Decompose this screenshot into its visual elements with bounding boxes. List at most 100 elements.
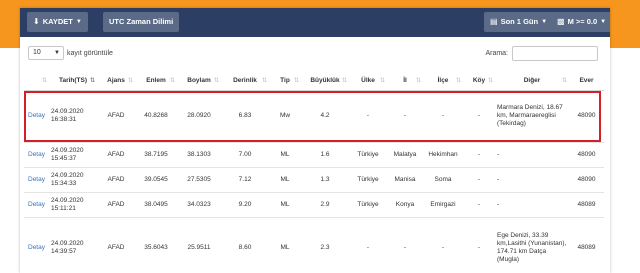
cell-agency: AFAD (97, 192, 135, 218)
cell-type: ML (269, 217, 301, 273)
cell-other: Marmara Denizi, 18.67 km, Marmaraereglis… (495, 90, 569, 143)
toolbar: ⬇ KAYDET ▼ UTC Zaman Dilimi ▤ Son 1 Gün … (20, 8, 610, 37)
cell-date: 24.09.2020 14:39:57 (49, 217, 97, 273)
cell-district: - (423, 217, 463, 273)
cell-village: - (463, 90, 495, 143)
time-range-button[interactable]: ▤ Son 1 Gün ▼ (484, 12, 554, 32)
detail-link[interactable]: Detay (24, 90, 49, 143)
cell-longitude: 27.5305 (177, 167, 221, 193)
cell-district: - (423, 90, 463, 143)
column-header-action[interactable]: ⇅ (24, 72, 49, 91)
detail-link[interactable]: Detay (24, 167, 49, 193)
cell-village: - (463, 217, 495, 273)
cell-country: Türkiye (349, 167, 387, 193)
column-header-event[interactable]: Ever (569, 72, 604, 91)
cell-village: - (463, 167, 495, 193)
cell-province: - (387, 90, 423, 143)
save-button[interactable]: ⬇ KAYDET ▼ (27, 12, 88, 32)
cell-longitude: 34.0323 (177, 192, 221, 218)
column-header-type[interactable]: Tip ⇅ (269, 72, 301, 91)
column-header-latitude[interactable]: Enlem ⇅ (135, 72, 177, 91)
cell-village: - (463, 142, 495, 168)
detail-link[interactable]: Detay (24, 142, 49, 168)
cell-longitude: 25.9511 (177, 217, 221, 273)
cell-magnitude: 2.3 (301, 217, 349, 273)
chevron-down-icon: ▼ (54, 50, 60, 56)
cell-other: Ege Denizi, 33.39 km,Lasithi (Yunanistan… (495, 217, 569, 273)
table-row: Detay 24.09.2020 16:38:31 AFAD 40.8268 2… (24, 90, 604, 143)
table-row: Detay 24.09.2020 14:39:57 AFAD 35.6043 2… (24, 217, 604, 273)
column-header-longitude[interactable]: Boylam ⇅ (177, 72, 221, 91)
cell-depth: 8.60 (221, 217, 269, 273)
cell-country: - (349, 217, 387, 273)
table-row: Detay 24.09.2020 15:45:37 AFAD 38.7195 3… (24, 142, 604, 168)
cell-magnitude: 4.2 (301, 90, 349, 143)
cell-longitude: 38.1303 (177, 142, 221, 168)
cell-agency: AFAD (97, 167, 135, 193)
sort-icon: ⇅ (293, 78, 299, 84)
column-header-magnitude[interactable]: Büyüklük ⇅ (301, 72, 349, 91)
cell-type: ML (269, 142, 301, 168)
detail-link[interactable]: Detay (24, 192, 49, 218)
cell-agency: AFAD (97, 217, 135, 273)
cell-latitude: 38.7195 (135, 142, 177, 168)
cell-event: 48090 (569, 142, 604, 168)
cell-event: 48090 (569, 167, 604, 193)
cell-agency: AFAD (97, 142, 135, 168)
table-row: Detay 24.09.2020 15:11:21 AFAD 38.0495 3… (24, 192, 604, 218)
cell-district: Hekimhan (423, 142, 463, 168)
cell-province: Konya (387, 192, 423, 218)
cell-country: - (349, 90, 387, 143)
cell-type: ML (269, 167, 301, 193)
sort-icon: ⇅ (169, 78, 175, 84)
column-header-province[interactable]: İl ⇅ (387, 72, 423, 91)
cell-magnitude: 1.6 (301, 142, 349, 168)
cell-district: Soma (423, 167, 463, 193)
cell-other: - (495, 192, 569, 218)
search-input[interactable] (512, 45, 598, 61)
cell-date: 24.09.2020 15:45:37 (49, 142, 97, 168)
sort-icon: ⇅ (487, 78, 493, 84)
cell-depth: 7.12 (221, 167, 269, 193)
cell-country: Türkiye (349, 192, 387, 218)
cell-other: - (495, 167, 569, 193)
cell-depth: 9.20 (221, 192, 269, 218)
sort-icon: ⇅ (89, 78, 95, 84)
cell-latitude: 40.8268 (135, 90, 177, 143)
cell-type: Mw (269, 90, 301, 143)
chevron-down-icon: ▼ (75, 19, 82, 25)
chevron-down-icon: ▼ (541, 19, 548, 25)
earthquake-table: ⇅ Tarih(TS) ⇅ Ajans ⇅ Enlem ⇅ Boylam ⇅ Derin… (24, 72, 604, 273)
column-header-other[interactable]: Diğer ⇅ (495, 72, 569, 91)
page-length-label: kayıt görüntüle (67, 49, 113, 57)
cell-date: 24.09.2020 15:34:33 (49, 167, 97, 193)
column-header-village[interactable]: Köy ⇅ (463, 72, 495, 91)
detail-link[interactable]: Detay (24, 217, 49, 273)
bar-chart-icon: ▩ (557, 17, 565, 26)
column-header-date[interactable]: Tarih(TS) ⇅ (49, 72, 97, 91)
sort-icon: ⇅ (455, 78, 461, 84)
page-length-control: 10 ▼ kayıt görüntüle (28, 45, 113, 61)
cell-province: Manisa (387, 167, 423, 193)
column-header-district[interactable]: İlçe ⇅ (423, 72, 463, 91)
utc-timezone-button[interactable]: UTC Zaman Dilimi (103, 12, 180, 32)
cell-latitude: 35.6043 (135, 217, 177, 273)
table-header-row: ⇅ Tarih(TS) ⇅ Ajans ⇅ Enlem ⇅ Boylam ⇅ Derin… (24, 72, 604, 91)
cell-longitude: 28.0920 (177, 90, 221, 143)
cell-date: 24.09.2020 16:38:31 (49, 90, 97, 143)
cell-village: - (463, 192, 495, 218)
cell-magnitude: 1.3 (301, 167, 349, 193)
cell-latitude: 38.0495 (135, 192, 177, 218)
sort-icon: ⇅ (379, 78, 385, 84)
sort-icon: ⇅ (127, 78, 133, 84)
column-header-agency[interactable]: Ajans ⇅ (97, 72, 135, 91)
page-length-select[interactable]: 10 ▼ (28, 46, 64, 60)
table-row: Detay 24.09.2020 15:34:33 AFAD 39.0545 2… (24, 167, 604, 193)
column-header-country[interactable]: Ülke ⇅ (349, 72, 387, 91)
column-header-depth[interactable]: Derinlik ⇅ (221, 72, 269, 91)
magnitude-filter-button[interactable]: ▩ M >= 0.0 ▼ (551, 12, 610, 32)
cell-depth: 7.00 (221, 142, 269, 168)
search-label: Arama: (485, 49, 508, 57)
sort-icon: ⇅ (341, 78, 347, 84)
sort-icon: ⇅ (213, 78, 219, 84)
